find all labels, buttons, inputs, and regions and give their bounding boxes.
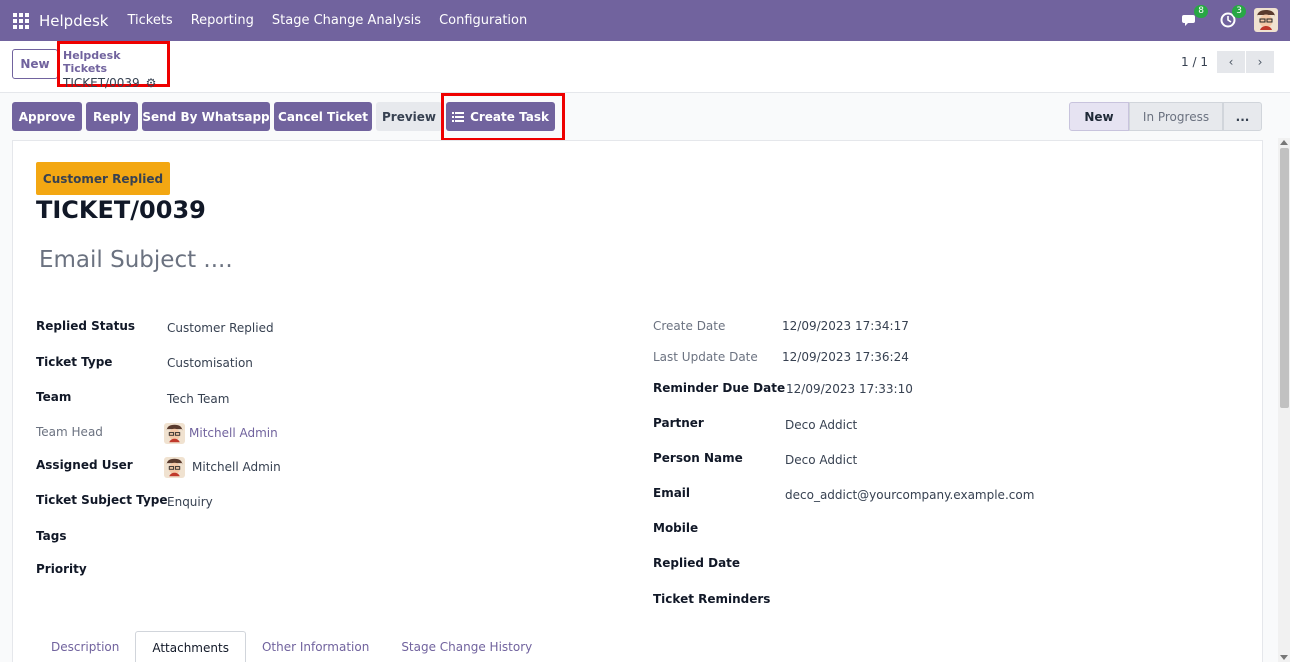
ticket-reminders-label: Ticket Reminders [653,592,771,606]
email-subject-input[interactable]: Email Subject .... [39,247,233,273]
stage-new[interactable]: New [1069,102,1129,131]
cancel-ticket-button[interactable]: Cancel Ticket [274,102,372,131]
tab-description[interactable]: Description [35,631,135,662]
pager-previous-button[interactable]: ‹ [1217,51,1245,73]
breadcrumb: Helpdesk Tickets TICKET/0039 ⚙ [57,41,170,90]
assigned-user-value[interactable]: Mitchell Admin [192,460,281,474]
main-menu: Tickets Reporting Stage Change Analysis … [118,13,536,28]
assigned-user-avatar [164,457,185,478]
last-update-date-value: 12/09/2023 17:36:24 [782,350,909,364]
form-sheet: Customer Replied TICKET/0039 Email Subje… [12,140,1263,662]
ticket-type-value[interactable]: Customisation [167,356,253,370]
breadcrumb-current-label: TICKET/0039 [63,76,140,90]
send-by-whatsapp-button[interactable]: Send By Whatsapp [142,102,270,131]
menu-item-tickets[interactable]: Tickets [118,13,181,28]
new-button[interactable]: New [12,49,58,79]
stage-in-progress[interactable]: In Progress [1129,102,1223,131]
top-navbar: Helpdesk Tickets Reporting Stage Change … [0,0,1290,41]
partner-label: Partner [653,416,704,430]
reply-button[interactable]: Reply [86,102,138,131]
partner-value[interactable]: Deco Addict [785,418,857,432]
menu-item-stage-change-analysis[interactable]: Stage Change Analysis [263,13,430,28]
person-name-value[interactable]: Deco Addict [785,453,857,467]
person-name-label: Person Name [653,451,743,465]
gear-icon[interactable]: ⚙ [146,76,157,90]
create-date-label: Create Date [653,319,726,333]
scroll-down-arrow-icon[interactable] [1280,655,1288,660]
systray: 8 3 [1164,5,1278,32]
stage-more-dropdown[interactable]: ... [1223,102,1262,131]
create-date-value: 12/09/2023 17:34:17 [782,319,909,333]
ticket-title: TICKET/0039 [36,196,206,224]
breadcrumb-current: TICKET/0039 ⚙ [63,76,167,90]
approve-button[interactable]: Approve [12,102,82,131]
replied-status-value[interactable]: Customer Replied [167,321,274,335]
status-ribbon: Customer Replied [36,162,170,195]
team-head-value[interactable]: Mitchell Admin [189,426,278,440]
pager-next-button[interactable]: › [1246,51,1274,73]
chevron-right-icon: › [1257,55,1263,69]
scroll-up-arrow-icon[interactable] [1280,140,1288,145]
activities-badge: 3 [1232,5,1246,18]
ticket-subject-type-label: Ticket Subject Type [36,493,168,507]
pager-value[interactable]: 1 / 1 [1181,55,1208,69]
tab-stage-change-history[interactable]: Stage Change History [385,631,548,662]
preview-button[interactable]: Preview [376,102,442,131]
email-value[interactable]: deco_addict@yourcompany.example.com [785,488,1034,502]
tab-attachments[interactable]: Attachments [135,631,246,662]
breadcrumb-parent-link[interactable]: Helpdesk Tickets [63,49,167,75]
messages-icon[interactable]: 8 [1178,5,1208,32]
chevron-left-icon: ‹ [1228,55,1234,69]
priority-label: Priority [36,562,87,576]
menu-item-reporting[interactable]: Reporting [182,13,263,28]
ticket-subject-type-value[interactable]: Enquiry [167,495,213,509]
activities-clock-icon[interactable]: 3 [1216,5,1246,32]
messages-badge: 8 [1194,5,1208,18]
reminder-due-date-label: Reminder Due Date [653,381,786,395]
apps-menu-icon[interactable] [13,12,29,29]
reminder-due-date-value[interactable]: 12/09/2023 17:33:10 [786,382,913,396]
form-statusbar: Approve Reply Send By Whatsapp Cancel Ti… [0,94,1290,138]
notebook-tabs: Description Attachments Other Informatio… [35,631,548,662]
tags-label: Tags [36,529,67,543]
scrollbar-thumb[interactable] [1280,148,1289,408]
replied-date-label: Replied Date [653,556,741,570]
email-label: Email [653,486,691,500]
team-head-label: Team Head [36,425,103,439]
assigned-user-label: Assigned User [36,458,133,472]
control-panel: New Helpdesk Tickets TICKET/0039 ⚙ 1 / 1… [0,41,1290,93]
team-label: Team [36,390,72,404]
ticket-type-label: Ticket Type [36,355,113,369]
stage-pipeline: New In Progress ... [1069,102,1262,131]
create-task-highlight [441,93,565,141]
last-update-date-label: Last Update Date [653,350,758,364]
tab-other-information[interactable]: Other Information [246,631,385,662]
replied-status-label: Replied Status [36,319,135,333]
menu-item-configuration[interactable]: Configuration [430,13,536,28]
pager: 1 / 1 ‹ › [1181,51,1274,73]
app-brand[interactable]: Helpdesk [39,12,108,30]
vertical-scrollbar[interactable] [1278,138,1290,662]
user-avatar[interactable] [1254,8,1278,32]
team-head-avatar [164,423,185,444]
mobile-label: Mobile [653,521,699,535]
team-value[interactable]: Tech Team [167,392,229,406]
